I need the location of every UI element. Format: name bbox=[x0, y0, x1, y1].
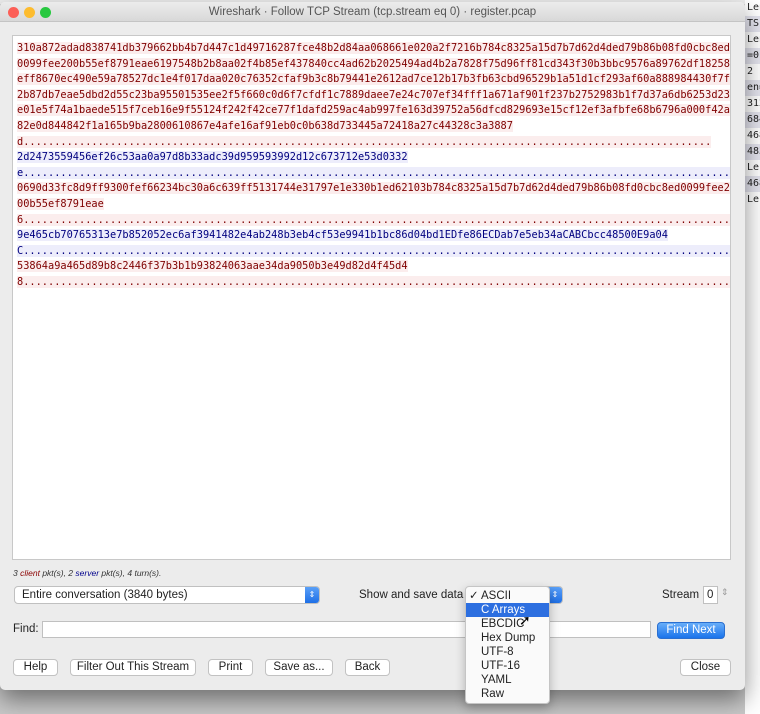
filter-out-button[interactable]: Filter Out This Stream bbox=[70, 659, 196, 676]
show-as-option[interactable]: UTF-8 bbox=[466, 645, 549, 659]
show-as-dropdown-menu: ✓ ASCII C Arrays EBCDIC Hex Dump UTF-8 UTF-16 Y… bbox=[465, 586, 550, 704]
client-segment: 0690d33fc8d9ff9300fef66234bc30a6c639ff51… bbox=[17, 182, 730, 226]
client-segment: 53864a9a465d89b8c2446f37b3b1b93824063aae… bbox=[17, 260, 730, 288]
client-count: 3 bbox=[13, 568, 18, 578]
help-button[interactable]: Help bbox=[13, 659, 58, 676]
back-button[interactable]: Back bbox=[345, 659, 390, 676]
save-as-button[interactable]: Save as... bbox=[265, 659, 333, 676]
show-as-option[interactable]: ✓ ASCII bbox=[466, 589, 549, 603]
show-as-label: Show and save data as bbox=[359, 589, 479, 601]
stream-stepper[interactable]: ⇕ bbox=[721, 587, 729, 598]
show-as-option[interactable]: UTF-16 bbox=[466, 659, 549, 673]
server-segment: 9e465cb70765313e7b852052ec6af3941482e4ab… bbox=[17, 229, 730, 257]
option-label: ASCII bbox=[481, 590, 512, 602]
background-row: 468 bbox=[745, 176, 760, 192]
chevron-updown-icon: ⇕ bbox=[305, 587, 319, 603]
background-row: 684 bbox=[745, 112, 760, 128]
background-row: TS bbox=[745, 16, 760, 32]
stream-summary: 3 client pkt(s), 2 server pkt(s), 4 turn… bbox=[13, 568, 161, 578]
chevron-updown-icon: ⇕ bbox=[548, 587, 562, 603]
background-row: Le bbox=[747, 162, 760, 173]
find-next-button[interactable]: Find Next bbox=[657, 622, 725, 639]
stream-number-input[interactable]: 0 bbox=[703, 586, 718, 604]
mouse-cursor-icon: ➚ bbox=[519, 612, 531, 628]
show-as-option[interactable]: EBCDIC bbox=[466, 617, 549, 631]
client-word: client bbox=[20, 568, 40, 578]
show-as-option[interactable]: C Arrays bbox=[466, 603, 549, 617]
background-row: Le bbox=[747, 194, 760, 205]
stream-text: 310a872adad838741db379662bb4b7d447c1d497… bbox=[17, 41, 730, 291]
summary-mid: pkt(s), bbox=[39, 568, 69, 578]
title-bar: Wireshark · Follow TCP Stream (tcp.strea… bbox=[0, 2, 745, 22]
background-row: 2 L bbox=[747, 66, 760, 77]
background-row: en= bbox=[745, 80, 760, 96]
window-title: Wireshark · Follow TCP Stream (tcp.strea… bbox=[208, 6, 537, 18]
server-count: 2 bbox=[68, 568, 74, 578]
checkmark-icon: ✓ bbox=[469, 590, 479, 602]
background-row: Len bbox=[747, 2, 760, 13]
stream-content[interactable]: 310a872adad838741db379662bb4b7d447c1d497… bbox=[12, 35, 731, 560]
find-label: Find: bbox=[13, 623, 39, 635]
background-row: =0 bbox=[745, 48, 760, 64]
server-word: server bbox=[75, 568, 100, 578]
zoom-window-icon[interactable] bbox=[40, 7, 51, 18]
find-input[interactable] bbox=[42, 621, 651, 638]
show-as-option[interactable]: YAML bbox=[466, 673, 549, 687]
stream-label: Stream bbox=[662, 589, 700, 601]
server-segment: 2d2473559456ef26c53aa0a97d8b33adc39d9595… bbox=[17, 151, 730, 179]
close-window-icon[interactable] bbox=[8, 7, 19, 18]
show-as-option[interactable]: Raw bbox=[466, 687, 549, 701]
background-row: 483 bbox=[745, 144, 760, 160]
show-as-option[interactable]: Hex Dump bbox=[466, 631, 549, 645]
background-row: 468 bbox=[747, 130, 760, 141]
minimize-window-icon[interactable] bbox=[24, 7, 35, 18]
background-row: 312 bbox=[747, 98, 760, 109]
summary-tail: pkt(s), 4 turn(s). bbox=[99, 568, 162, 578]
conversation-select[interactable]: Entire conversation (3840 bytes) ⇕ bbox=[14, 586, 320, 604]
close-button[interactable]: Close bbox=[680, 659, 731, 676]
background-row: Len bbox=[747, 34, 760, 45]
follow-tcp-stream-window: Wireshark · Follow TCP Stream (tcp.strea… bbox=[0, 2, 745, 690]
print-button[interactable]: Print bbox=[208, 659, 253, 676]
background-packet-list: Len TS Len =0 2 L en= 312 684 468 483 Le 468 Le bbox=[745, 0, 760, 714]
client-segment: 310a872adad838741db379662bb4b7d447c1d497… bbox=[17, 42, 730, 148]
conversation-select-value: Entire conversation (3840 bytes) bbox=[22, 589, 188, 601]
